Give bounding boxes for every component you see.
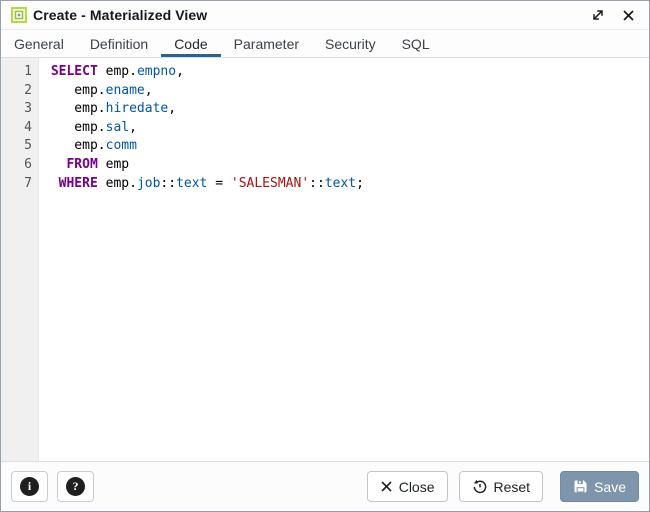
dialog-tabs: General Definition Code Parameter Securi… [1, 30, 649, 58]
line-number-gutter: 1234567 [1, 58, 39, 461]
line-number: 5 [1, 137, 32, 156]
line-number: 6 [1, 156, 32, 175]
code-area[interactable]: SELECT emp.empno, emp.ename, emp.hiredat… [39, 58, 649, 461]
save-floppy-icon [573, 479, 588, 494]
tab-code[interactable]: Code [161, 30, 220, 57]
line-number: 2 [1, 82, 32, 101]
tab-definition[interactable]: Definition [77, 30, 161, 57]
code-line[interactable]: emp.comm [43, 137, 645, 156]
close-window-button[interactable] [617, 4, 639, 26]
tab-general[interactable]: General [1, 30, 77, 57]
code-line[interactable]: emp.sal, [43, 119, 645, 138]
code-line[interactable]: WHERE emp.job::text = 'SALESMAN'::text; [43, 175, 645, 194]
line-number: 7 [1, 175, 32, 194]
close-button[interactable]: Close [367, 471, 448, 502]
close-x-icon [380, 480, 393, 493]
reset-icon [472, 479, 488, 495]
sql-code-editor[interactable]: 1234567 SELECT emp.empno, emp.ename, emp… [1, 58, 649, 461]
close-icon [622, 9, 635, 22]
tab-security[interactable]: Security [312, 30, 389, 57]
line-number: 4 [1, 119, 32, 138]
code-line[interactable]: emp.hiredate, [43, 100, 645, 119]
info-icon: i [20, 477, 39, 496]
help-icon: ? [66, 477, 85, 496]
code-line[interactable]: SELECT emp.empno, [43, 63, 645, 82]
expand-icon [591, 8, 605, 22]
line-number: 3 [1, 100, 32, 119]
save-button[interactable]: Save [560, 471, 639, 502]
code-line[interactable]: FROM emp [43, 156, 645, 175]
tab-parameter[interactable]: Parameter [221, 30, 312, 57]
tab-sql[interactable]: SQL [389, 30, 443, 57]
reset-button[interactable]: Reset [459, 471, 544, 502]
code-line[interactable]: emp.ename, [43, 82, 645, 101]
help-button[interactable]: ? [57, 471, 94, 502]
info-button[interactable]: i [11, 471, 48, 502]
expand-button[interactable] [587, 4, 609, 26]
dialog-title: Create - Materialized View [33, 7, 207, 23]
dialog-titlebar: Create - Materialized View [1, 1, 649, 30]
dialog-footer: i ? Close Reset Save [1, 461, 649, 511]
materialized-view-icon [11, 7, 27, 23]
line-number: 1 [1, 63, 32, 82]
